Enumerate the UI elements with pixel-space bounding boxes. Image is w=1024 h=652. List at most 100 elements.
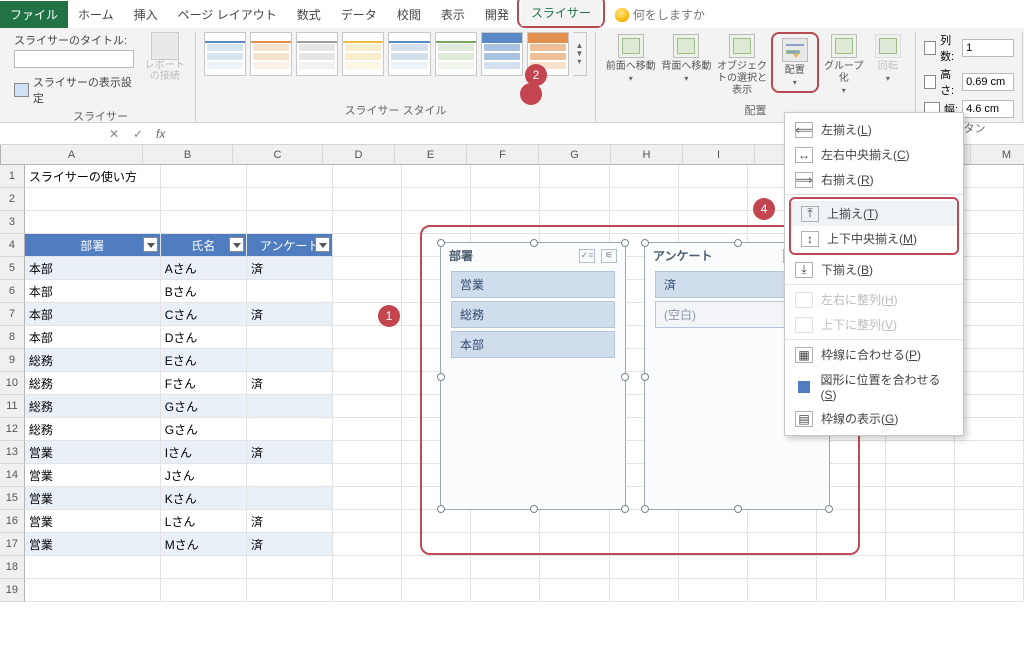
cell[interactable] — [817, 579, 886, 602]
column-header[interactable]: M — [971, 145, 1024, 165]
cell[interactable] — [161, 211, 247, 234]
cell[interactable] — [25, 556, 161, 579]
cell[interactable]: 済 — [247, 533, 333, 556]
cell[interactable]: Mさん — [161, 533, 247, 556]
cell[interactable] — [161, 188, 247, 211]
align-bottom-item[interactable]: ⤓下揃え(B) — [785, 257, 963, 285]
cell[interactable]: 本部 — [25, 326, 161, 349]
cell[interactable] — [333, 349, 402, 372]
selection-pane-button[interactable]: オブジェクトの選択と表示 — [715, 32, 769, 97]
cell[interactable] — [247, 579, 333, 602]
filter-dropdown-icon[interactable] — [315, 237, 330, 252]
row-header[interactable]: 17 — [0, 533, 25, 556]
cell[interactable]: 済 — [247, 510, 333, 533]
cell[interactable]: 総務 — [25, 418, 161, 441]
row-header[interactable]: 3 — [0, 211, 25, 234]
tab-file[interactable]: ファイル — [0, 1, 68, 28]
cell[interactable]: 本部 — [25, 257, 161, 280]
tab-home[interactable]: ホーム — [68, 1, 124, 28]
tab-formulas[interactable]: 数式 — [287, 1, 331, 28]
column-header[interactable]: B — [143, 145, 233, 165]
cell[interactable]: Iさん — [161, 441, 247, 464]
column-header[interactable]: G — [539, 145, 611, 165]
cell[interactable]: 済 — [247, 372, 333, 395]
cell[interactable] — [886, 533, 955, 556]
cell[interactable]: 本部 — [25, 303, 161, 326]
slicer-item[interactable]: 総務 — [451, 301, 615, 328]
cell[interactable] — [333, 487, 402, 510]
cell[interactable] — [333, 188, 402, 211]
cell[interactable] — [333, 326, 402, 349]
cell[interactable] — [679, 188, 748, 211]
cell[interactable]: Cさん — [161, 303, 247, 326]
row-header[interactable]: 2 — [0, 188, 25, 211]
row-header[interactable]: 11 — [0, 395, 25, 418]
cell[interactable] — [471, 188, 540, 211]
cell[interactable] — [610, 165, 679, 188]
table-header[interactable]: アンケート — [247, 234, 333, 257]
cell[interactable] — [955, 395, 1024, 418]
row-header[interactable]: 13 — [0, 441, 25, 464]
cell[interactable]: 総務 — [25, 349, 161, 372]
cell[interactable] — [817, 556, 886, 579]
cell[interactable] — [955, 441, 1024, 464]
style-swatch-6[interactable] — [435, 32, 477, 76]
cell[interactable] — [247, 326, 333, 349]
cell[interactable] — [679, 579, 748, 602]
cell[interactable]: Dさん — [161, 326, 247, 349]
cell[interactable] — [748, 579, 817, 602]
send-backward-button[interactable]: 背面へ移動 ▾ — [660, 32, 714, 85]
cell[interactable]: 営業 — [25, 441, 161, 464]
cell[interactable] — [955, 303, 1024, 326]
cell[interactable] — [333, 441, 402, 464]
cell[interactable]: 営業 — [25, 464, 161, 487]
cell[interactable]: 済 — [247, 441, 333, 464]
row-header[interactable]: 7 — [0, 303, 25, 326]
tab-slicer[interactable]: スライサー — [521, 0, 601, 26]
cell[interactable] — [333, 579, 402, 602]
cell[interactable] — [161, 556, 247, 579]
cell[interactable] — [247, 464, 333, 487]
cell[interactable]: 営業 — [25, 487, 161, 510]
cell[interactable] — [955, 464, 1024, 487]
cell[interactable]: 営業 — [25, 510, 161, 533]
filter-dropdown-icon[interactable] — [229, 237, 244, 252]
tab-developer[interactable]: 開発 — [475, 1, 519, 28]
cell[interactable] — [25, 188, 161, 211]
column-header[interactable]: D — [323, 145, 395, 165]
cell[interactable] — [247, 418, 333, 441]
cell[interactable] — [955, 211, 1024, 234]
align-middle-v-item[interactable]: ↕上下中央揃え(M) — [791, 226, 957, 251]
align-right-item[interactable]: ⟹右揃え(R) — [785, 167, 963, 195]
tab-data[interactable]: データ — [331, 1, 387, 28]
cell[interactable] — [161, 579, 247, 602]
cell[interactable] — [247, 165, 333, 188]
cell[interactable] — [333, 464, 402, 487]
view-gridlines-item[interactable]: ▤枠線の表示(G) — [785, 406, 963, 431]
cell[interactable] — [886, 487, 955, 510]
cell[interactable]: Gさん — [161, 395, 247, 418]
cell[interactable]: 本部 — [25, 280, 161, 303]
cell[interactable]: Bさん — [161, 280, 247, 303]
cell[interactable] — [402, 579, 471, 602]
tab-view[interactable]: 表示 — [431, 1, 475, 28]
cell[interactable]: 済 — [247, 257, 333, 280]
cell[interactable] — [247, 211, 333, 234]
cell[interactable] — [955, 280, 1024, 303]
slicer-item[interactable]: 本部 — [451, 331, 615, 358]
cell[interactable] — [955, 372, 1024, 395]
cell[interactable] — [955, 533, 1024, 556]
align-left-item[interactable]: ⟸左揃え(L) — [785, 117, 963, 142]
cell[interactable] — [748, 556, 817, 579]
row-header[interactable]: 12 — [0, 418, 25, 441]
cell[interactable] — [333, 418, 402, 441]
cell[interactable] — [679, 556, 748, 579]
cell[interactable] — [333, 556, 402, 579]
cell[interactable] — [610, 556, 679, 579]
cell[interactable] — [955, 349, 1024, 372]
align-top-item[interactable]: ⤒上揃え(T) — [791, 201, 957, 226]
cell[interactable] — [955, 487, 1024, 510]
cell[interactable] — [955, 257, 1024, 280]
row-header[interactable]: 16 — [0, 510, 25, 533]
row-header[interactable]: 10 — [0, 372, 25, 395]
